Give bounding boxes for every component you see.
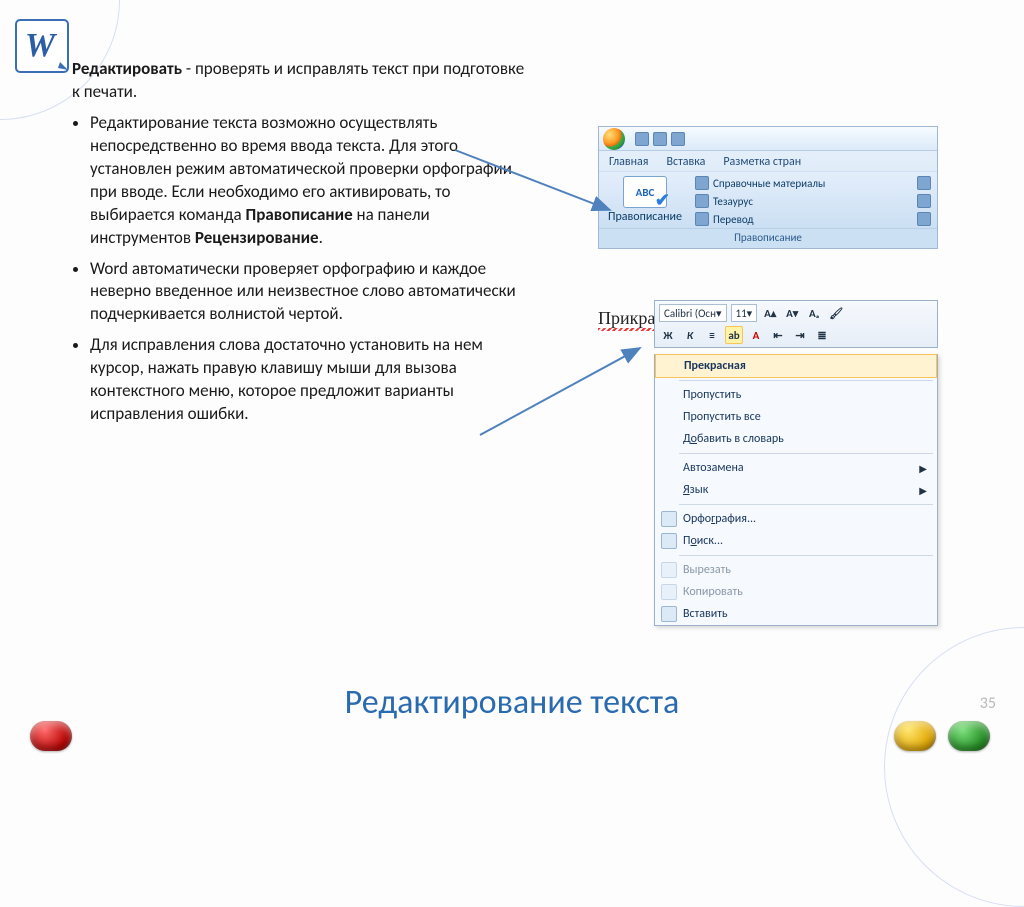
bullet-1: Редактирование текста возможно осуществл… (90, 112, 532, 250)
lead-paragraph: Редактировать - проверять и исправлять т… (72, 58, 532, 104)
paste-icon (661, 606, 677, 622)
bold-button[interactable]: Ж (659, 326, 677, 344)
document-context-area: Прикрасная Calibri (Осн ▾ 11 ▾ A▴ A▾ Aₐ … (598, 308, 938, 329)
italic-button[interactable]: К (681, 326, 699, 344)
tab-home[interactable]: Главная (609, 155, 648, 169)
align-button[interactable]: ≡ (703, 326, 721, 344)
lead-bold: Редактировать (72, 58, 182, 79)
ribbon-mini-right (917, 176, 931, 226)
indent-dec-button[interactable]: ⇤ (769, 326, 787, 344)
bullets-button[interactable]: ≣ (813, 326, 831, 344)
research-icon (695, 176, 709, 190)
ctx-autocorrect[interactable]: Автозамена▶ (655, 457, 937, 479)
ribbon-item-research[interactable]: Справочные материалы (695, 176, 825, 190)
ribbon-tabs: Главная Вставка Разметка стран (599, 151, 937, 171)
indent-inc-button[interactable]: ⇥ (791, 326, 809, 344)
highlight-button[interactable]: ab (725, 326, 743, 344)
spelling-big-label: Правописание (605, 210, 685, 224)
ctx-separator (679, 555, 933, 556)
translate-icon (695, 212, 709, 226)
copy-icon (661, 584, 677, 600)
ribbon-titlebar (599, 127, 937, 151)
chevron-right-icon: ▶ (919, 484, 927, 497)
extra-icon (917, 194, 931, 208)
context-menu: Прекрасная Пропустить Пропустить все Доб… (654, 354, 938, 626)
nav-red-button[interactable] (30, 721, 72, 751)
text-content: Редактировать - проверять и исправлять т… (72, 58, 532, 434)
ribbon-extra-3[interactable] (917, 212, 931, 226)
ribbon-group-caption: Правописание (599, 228, 937, 248)
decor-arc-bottom-right (884, 627, 1024, 907)
font-color-button[interactable]: A (747, 326, 765, 344)
qat-save-icon[interactable] (635, 132, 649, 146)
nav-yellow-button[interactable] (894, 721, 936, 751)
qat-undo-icon[interactable] (653, 132, 667, 146)
font-name-select[interactable]: Calibri (Осн ▾ (659, 304, 727, 322)
svg-text:W: W (25, 27, 58, 64)
ribbon-panel: Главная Вставка Разметка стран ABC Право… (598, 126, 938, 249)
abc-check-icon: ABC (623, 176, 667, 208)
ctx-add-dictionary[interactable]: Добавить в словарь (655, 428, 937, 450)
bullet-2: Word автоматически проверяет орфографию … (90, 258, 532, 327)
ribbon-extra-1[interactable] (917, 176, 931, 190)
ctx-copy: Копировать (655, 581, 937, 603)
font-size-select[interactable]: 11 ▾ (731, 304, 758, 322)
quick-access-toolbar[interactable] (635, 132, 685, 146)
thesaurus-icon (695, 194, 709, 208)
ribbon-item-translate[interactable]: Перевод (695, 212, 825, 226)
office-button-icon[interactable] (603, 128, 625, 150)
tab-insert[interactable]: Вставка (666, 155, 705, 169)
ctx-separator (679, 453, 933, 454)
extra-icon (917, 212, 931, 226)
ribbon-mini-list: Справочные материалы Тезаурус Перевод (695, 176, 825, 226)
format-painter-icon[interactable]: 🖌 (827, 304, 845, 322)
spelling-icon (661, 511, 677, 527)
shrink-font-icon[interactable]: A▾ (783, 304, 801, 322)
ribbon-group: ABC Правописание Справочные материалы Те… (599, 171, 937, 228)
qat-redo-icon[interactable] (671, 132, 685, 146)
cut-icon (661, 562, 677, 578)
ctx-paste[interactable]: Вставить (655, 603, 937, 625)
ctx-cut: Вырезать (655, 559, 937, 581)
word-app-icon: W (10, 14, 74, 78)
ctx-separator (679, 504, 933, 505)
ribbon-extra-2[interactable] (917, 194, 931, 208)
extra-icon (917, 176, 931, 190)
change-case-icon[interactable]: Aₐ (805, 304, 823, 322)
grow-font-icon[interactable]: A▴ (761, 304, 779, 322)
chevron-right-icon: ▶ (919, 462, 927, 475)
mini-toolbar: Calibri (Осн ▾ 11 ▾ A▴ A▾ Aₐ 🖌 Ж К ≡ ab … (654, 300, 938, 348)
ctx-language[interactable]: Язык▶ (655, 479, 937, 501)
ctx-spelling[interactable]: Орфография... (655, 508, 937, 530)
ctx-find[interactable]: Поиск... (655, 530, 937, 552)
tab-layout[interactable]: Разметка стран (723, 155, 801, 169)
find-icon (661, 533, 677, 549)
bullet-3: Для исправления слова достаточно установ… (90, 334, 532, 426)
ctx-suggestion[interactable]: Прекрасная (655, 354, 937, 378)
page-number: 35 (980, 694, 996, 713)
ctx-skip[interactable]: Пропустить (655, 384, 937, 406)
ctx-skip-all[interactable]: Пропустить все (655, 406, 937, 428)
nav-green-button[interactable] (948, 721, 990, 751)
ctx-separator (679, 380, 933, 381)
spelling-big-button[interactable]: ABC Правописание (605, 176, 685, 226)
ribbon-item-thesaurus[interactable]: Тезаурус (695, 194, 825, 208)
slide-title: Редактирование текста (0, 682, 1024, 723)
